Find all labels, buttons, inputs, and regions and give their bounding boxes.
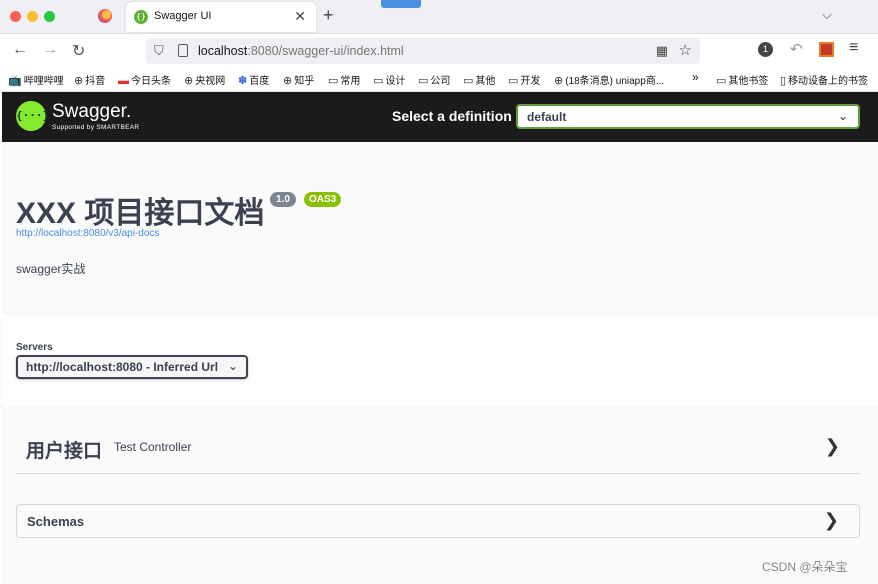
tv-icon: 📺 [8, 75, 22, 87]
folder-icon: ▭ [463, 75, 474, 87]
operations-section: 用户接口 Test Controller ❯ Schemas ❯ [2, 406, 878, 584]
reload-button[interactable]: ↻ [72, 41, 85, 61]
tab-close-icon[interactable]: ✕ [294, 8, 306, 25]
bookmark-folder-mobile[interactable]: ▯ 移动设备上的书签 [780, 72, 868, 87]
mobile-icon: ▯ [780, 75, 787, 87]
address-bar[interactable]: ⛉ localhost:8080/swagger-ui/index.html ▦… [146, 38, 700, 64]
api-docs-link[interactable]: http://localhost:8080/v3/api-docs [16, 228, 159, 239]
window-zoom-button[interactable] [44, 11, 55, 22]
folder-icon: ▭ [716, 75, 727, 87]
bookmark-item[interactable]: ⊕ 央视网 [184, 72, 225, 87]
watermark: CSDN @朵朵宝 [762, 560, 848, 574]
servers-section: Servers http://localhost:8080 - Inferred… [2, 316, 878, 406]
paw-icon: ✽ [238, 75, 248, 87]
tag-description: Test Controller [114, 440, 192, 454]
schemas-title: Schemas [27, 514, 85, 529]
bookmark-item[interactable]: ⊕ (18条消息) uniapp商... [554, 72, 664, 87]
swagger-topbar: {···} Swagger. Supported by SMARTBEAR Se… [2, 92, 878, 142]
tab-list-chevron-icon[interactable]: ⌵ [822, 7, 832, 23]
folder-icon: ▭ [418, 75, 429, 87]
schemas-section[interactable]: Schemas ❯ [16, 504, 860, 538]
window-close-button[interactable] [10, 11, 21, 22]
window-minimize-button[interactable] [27, 11, 38, 22]
api-title: XXX 项目接口文档 [16, 197, 265, 230]
globe-icon: ⊕ [74, 75, 84, 87]
bookmark-item[interactable]: ⊕ 抖音 [74, 72, 105, 87]
folder-icon: ▭ [328, 75, 339, 87]
tab-swagger-ui[interactable]: {} Swagger UI ✕ [126, 2, 316, 32]
bookmark-item[interactable]: ▬ 今日头条 [118, 72, 171, 87]
swagger-logo-subtitle: Supported by SMARTBEAR [52, 124, 140, 131]
extension-icon[interactable] [819, 42, 834, 57]
bookmark-folder[interactable]: ▭ 公司 [418, 72, 450, 87]
folder-icon: ▭ [508, 75, 519, 87]
bookmarks-overflow-icon[interactable]: » [692, 70, 699, 84]
chevron-down-icon: ⌄ [837, 109, 848, 123]
servers-select[interactable]: http://localhost:8080 - Inferred Url ⌄ [16, 355, 248, 379]
tab-indicator [381, 0, 421, 8]
globe-icon: ⊕ [554, 75, 564, 87]
tag-section-user[interactable]: 用户接口 Test Controller ❯ [16, 426, 860, 474]
firefox-icon[interactable] [98, 9, 112, 23]
new-tab-button[interactable]: + [323, 5, 334, 26]
reply-icon[interactable]: ↶ [790, 40, 803, 58]
bookmark-item[interactable]: ⊕ 知乎 [283, 72, 314, 87]
globe-icon: ⊕ [283, 75, 293, 87]
servers-select-value: http://localhost:8080 - Inferred Url [26, 360, 219, 374]
api-description: swagger实战 [16, 262, 86, 276]
definition-select-value: default [527, 110, 567, 124]
swagger-favicon-icon: {} [134, 10, 148, 24]
qr-code-icon[interactable]: ▦ [656, 43, 668, 59]
globe-icon: ⊕ [184, 75, 194, 87]
shield-icon[interactable]: ⛉ [154, 43, 164, 59]
browser-tab-bar: {} Swagger UI ✕ + ⌵ [0, 0, 878, 34]
bookmark-folder-other[interactable]: ▭ 其他书签 [716, 72, 768, 87]
definition-select[interactable]: default ⌄ [516, 104, 860, 129]
browser-nav-bar: ← → ↻ ⛉ localhost:8080/swagger-ui/index.… [0, 34, 878, 68]
bookmarks-bar: 📺 哔哩哔哩 ⊕ 抖音 ▬ 今日头条 ⊕ 央视网 ✽ 百度 ⊕ 知乎 ▭ 常用 ▭ 设计 ▭ 公司… [0, 68, 878, 92]
page-info-icon[interactable] [178, 44, 188, 57]
chevron-down-icon: ⌄ [227, 359, 238, 373]
version-badge: 1.0 [270, 192, 296, 207]
menu-icon[interactable]: ≡ [849, 39, 858, 57]
bookmark-item[interactable]: ✽ 百度 [238, 72, 269, 87]
api-info-section: XXX 项目接口文档 1.0 OAS3 http://localhost:808… [2, 142, 878, 316]
bookmark-folder[interactable]: ▭ 常用 [328, 72, 360, 87]
bookmark-folder[interactable]: ▭ 开发 [508, 72, 540, 87]
chevron-right-icon[interactable]: ❯ [825, 436, 840, 457]
news-icon: ▬ [118, 75, 129, 87]
servers-label: Servers [16, 342, 53, 353]
oas-badge: OAS3 [304, 192, 342, 207]
bookmark-folder[interactable]: ▭ 设计 [373, 72, 405, 87]
url-text[interactable]: localhost:8080/swagger-ui/index.html [198, 44, 404, 58]
chevron-right-icon[interactable]: ❯ [824, 510, 839, 531]
tab-title: Swagger UI [154, 10, 212, 22]
bookmark-folder[interactable]: ▭ 其他 [463, 72, 495, 87]
swagger-logo-text[interactable]: Swagger. [52, 101, 131, 123]
bookmark-star-icon[interactable]: ☆ [679, 41, 692, 59]
swagger-logo-icon[interactable]: {···} [16, 101, 49, 131]
notification-badge[interactable]: 1 [758, 42, 773, 57]
folder-icon: ▭ [373, 75, 384, 87]
tag-name[interactable]: 用户接口 [26, 436, 102, 463]
back-button[interactable]: ← [12, 41, 28, 59]
bookmark-item[interactable]: 📺 哔哩哔哩 [8, 72, 64, 87]
definition-select-label: Select a definition [392, 108, 512, 124]
forward-button[interactable]: → [42, 41, 58, 59]
